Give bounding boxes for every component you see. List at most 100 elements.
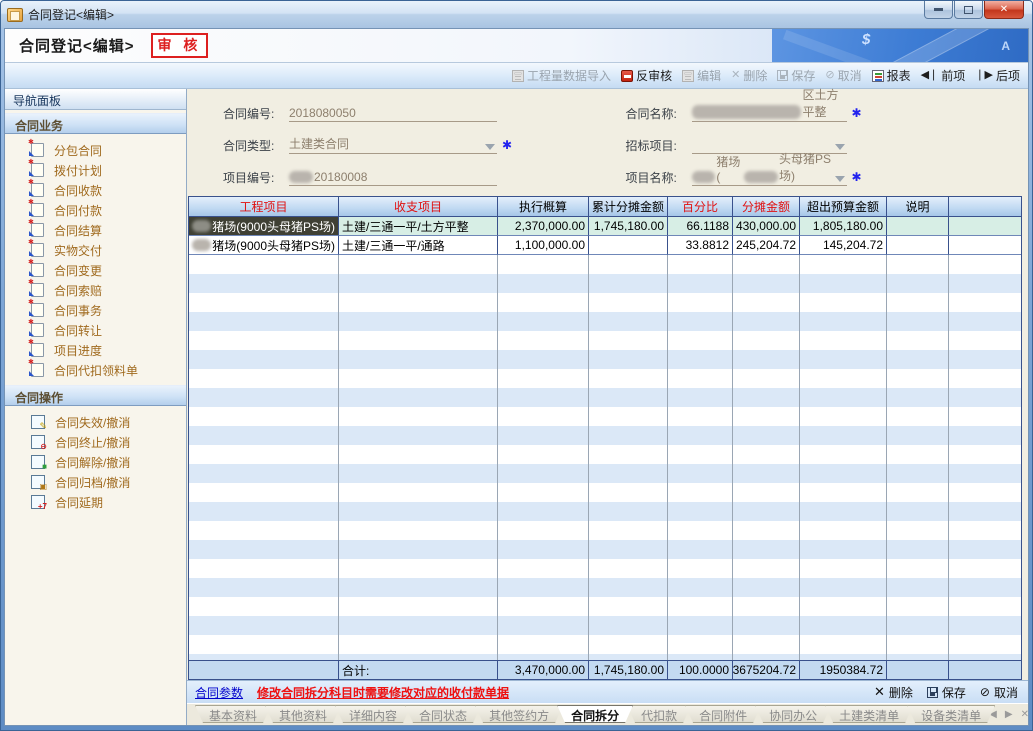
column-header-execution-budget[interactable]: 执行概算 [498, 197, 589, 216]
close-button[interactable]: ✕ [984, 1, 1024, 19]
project-no-input[interactable]: 20180008 [289, 168, 497, 186]
sidebar-item-contract-release[interactable]: 合同解除/撤消 [5, 452, 186, 472]
maximize-button[interactable] [954, 1, 983, 19]
table-cell-filler [949, 236, 1021, 255]
privacy-mask [692, 171, 716, 183]
grid-column-line [800, 255, 887, 660]
total-cell [189, 661, 339, 679]
contract-params-link[interactable]: 合同参数 [195, 684, 243, 701]
column-header-project[interactable]: 工程项目 [189, 197, 339, 216]
tab-close-icon[interactable]: ✕ [1021, 709, 1029, 720]
sidebar-item-contract-transfer[interactable]: 合同转让 [5, 320, 186, 340]
delete-button[interactable]: ✕ 删除 [731, 67, 767, 84]
table-cell[interactable]: 2,370,000.00 [498, 217, 589, 236]
next-record-button[interactable]: ❘▶ 后项 [975, 67, 1020, 84]
grid-column-line [339, 255, 498, 660]
sidebar-item-contract-change[interactable]: 合同变更 [5, 260, 186, 280]
table-cell[interactable]: 245,204.72 [733, 236, 800, 255]
grid-column-line [589, 255, 668, 660]
privacy-mask [692, 105, 802, 119]
tab-civil-list[interactable]: 土建类清单 [825, 705, 913, 723]
total-amount: 3675204.72 [733, 661, 800, 679]
sidebar-item-contract-terminate[interactable]: 合同终止/撤消 [5, 432, 186, 452]
tab-deductions[interactable]: 代扣款 [627, 705, 691, 723]
tab-contract-split[interactable]: 合同拆分 [557, 705, 633, 723]
table-cell[interactable]: 1,805,180.00 [800, 217, 887, 236]
table-cell[interactable]: 1,100,000.00 [498, 236, 589, 255]
table-cell[interactable]: 145,204.72 [800, 236, 887, 255]
project-name-dropdown[interactable]: 猪场(头母猪PS场) [692, 168, 847, 186]
save-button[interactable]: 保存 [777, 67, 815, 84]
document-icon [31, 323, 44, 337]
anti-audit-button[interactable]: 反审核 [621, 67, 672, 84]
contract-type-dropdown[interactable]: 土建类合同 [289, 136, 497, 154]
sidebar-item-contract-affairs[interactable]: 合同事务 [5, 300, 186, 320]
tab-basic-info[interactable]: 基本资料 [195, 705, 271, 723]
table-cell[interactable]: 66.1188 [668, 217, 733, 236]
column-header-accumulated-amount[interactable]: 累计分摊金额 [589, 197, 668, 216]
column-header-split-amount[interactable]: 分摊金额 [733, 197, 800, 216]
table-cell-selected[interactable]: 猪场(9000头母猪PS场) [189, 217, 339, 236]
row-delete-button[interactable]: ✕ 删除 [874, 684, 913, 701]
project-name-label: 项目名称: [626, 169, 692, 186]
chevron-down-icon[interactable] [835, 176, 845, 182]
table-cell[interactable]: 土建/三通一平/土方平整 [339, 217, 498, 236]
section-contract-business[interactable]: 合同业务 [5, 113, 186, 134]
table-cell[interactable]: 33.8812 [668, 236, 733, 255]
row-save-button[interactable]: 保存 [927, 684, 966, 701]
table-empty-area[interactable] [189, 255, 1021, 660]
sidebar-item-payment-plan[interactable]: 拨付计划 [5, 160, 186, 180]
table-cell[interactable]: 430,000.00 [733, 217, 800, 236]
sidebar-item-contract-payment[interactable]: 合同付款 [5, 200, 186, 220]
contract-name-label: 合同名称: [626, 105, 692, 122]
table-cell[interactable] [887, 217, 949, 236]
contract-type-label: 合同类型: [223, 137, 289, 154]
section-contract-operations[interactable]: 合同操作 [5, 385, 186, 406]
previous-record-button[interactable]: ◀❘ 前项 [921, 67, 966, 84]
sidebar-item-contract-settlement[interactable]: 合同结算 [5, 220, 186, 240]
row-cancel-button[interactable]: ⊘ 取消 [980, 684, 1018, 701]
table-cell[interactable] [589, 236, 668, 255]
navigation-sidebar: 导航面板 合同业务 分包合同 拨付计划 合同收款 合同付款 合同结算 [5, 89, 187, 725]
tab-contract-attachments[interactable]: 合同附件 [685, 705, 761, 723]
table-cell[interactable]: 土建/三通一平/通路 [339, 236, 498, 255]
tab-scroll-right-icon[interactable]: ▶ [1005, 709, 1013, 720]
column-header-filler [949, 197, 1021, 216]
tab-other-info[interactable]: 其他资料 [265, 705, 341, 723]
sidebar-item-contract-claim[interactable]: 合同索赔 [5, 280, 186, 300]
decorative-banner-image: $A [772, 29, 1028, 62]
tab-other-signatories[interactable]: 其他签约方 [475, 705, 563, 723]
sidebar-item-project-progress[interactable]: 项目进度 [5, 340, 186, 360]
chevron-down-icon[interactable] [485, 144, 495, 150]
tab-collaboration[interactable]: 协同办公 [755, 705, 831, 723]
column-header-income-expense-item[interactable]: 收支项目 [339, 197, 498, 216]
edit-icon [682, 70, 694, 82]
sidebar-item-contract-archive[interactable]: 合同归档/撤消 [5, 472, 186, 492]
table-row[interactable]: 猪场(9000头母猪PS场) 土建/三通一平/土方平整 2,370,000.00… [189, 217, 1021, 236]
tab-equipment-list[interactable]: 设备类清单 [907, 705, 995, 723]
sidebar-item-subcontract[interactable]: 分包合同 [5, 140, 186, 160]
table-row[interactable]: 猪场(9000头母猪PS场) 土建/三通一平/通路 1,100,000.00 3… [189, 236, 1021, 255]
sidebar-item-physical-delivery[interactable]: 实物交付 [5, 240, 186, 260]
report-button[interactable]: 报表 [872, 67, 911, 84]
tab-contract-status[interactable]: 合同状态 [405, 705, 481, 723]
contract-no-input[interactable]: 2018080050 [289, 104, 497, 122]
column-header-percentage[interactable]: 百分比 [668, 197, 733, 216]
title-bar[interactable]: 合同登记<编辑> ✕ [1, 1, 1032, 28]
column-header-note[interactable]: 说明 [887, 197, 949, 216]
table-cell[interactable]: 猪场(9000头母猪PS场) [189, 236, 339, 255]
sidebar-item-deduction-picking-list[interactable]: 合同代扣领料单 [5, 360, 186, 380]
sidebar-item-contract-invalidate[interactable]: 合同失效/撤消 [5, 412, 186, 432]
sidebar-item-contract-extension[interactable]: 合同延期 [5, 492, 186, 512]
cancel-button[interactable]: ⊘ 取消 [825, 67, 861, 84]
cancel-icon: ⊘ [980, 685, 990, 699]
table-cell[interactable] [887, 236, 949, 255]
import-quantity-button[interactable]: 工程量数据导入 [512, 67, 611, 84]
sidebar-item-contract-receipt[interactable]: 合同收款 [5, 180, 186, 200]
edit-button[interactable]: 编辑 [682, 67, 721, 84]
table-cell[interactable]: 1,745,180.00 [589, 217, 668, 236]
tab-details[interactable]: 详细内容 [335, 705, 411, 723]
contract-name-input[interactable]: 区土方平整 [692, 104, 847, 122]
column-header-over-budget[interactable]: 超出预算金额 [800, 197, 887, 216]
minimize-button[interactable] [924, 1, 953, 19]
